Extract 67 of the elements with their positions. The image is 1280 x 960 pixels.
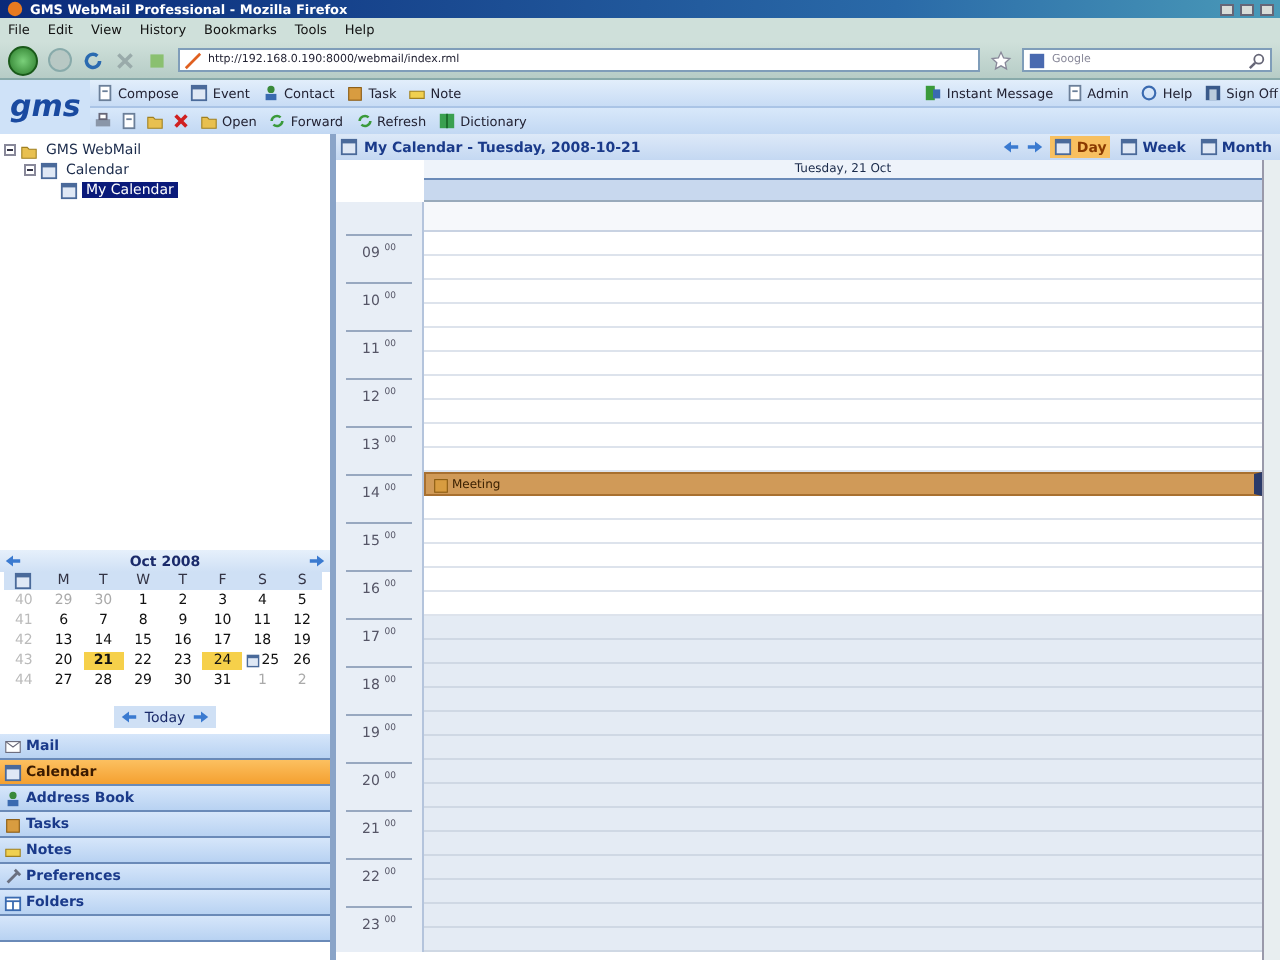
left-arrow-icon[interactable] [1002, 138, 1021, 156]
maximize-button[interactable] [1240, 3, 1254, 15]
time-slot[interactable] [424, 760, 1262, 784]
close-button[interactable] [1260, 3, 1274, 15]
time-slot[interactable] [424, 688, 1262, 712]
back-button[interactable] [8, 45, 38, 75]
time-slot[interactable] [424, 640, 1262, 664]
time-slot[interactable] [424, 856, 1262, 880]
box-icon [432, 475, 450, 493]
calendar-icon [14, 572, 33, 590]
folder-icon[interactable] [146, 112, 164, 130]
time-slot[interactable] [424, 736, 1262, 760]
folder-icon [20, 141, 38, 159]
logo: gms [8, 86, 83, 128]
refresh-icon [268, 112, 287, 130]
person-icon [261, 84, 280, 102]
book-icon [438, 112, 457, 130]
left-arrow-icon [120, 708, 139, 726]
calendar-icon [4, 763, 22, 781]
calendar-icon [190, 84, 209, 102]
help-icon [1140, 84, 1159, 102]
door-icon [1204, 84, 1223, 102]
page-icon [96, 84, 114, 102]
box-icon [346, 84, 365, 102]
right-arrow-icon [191, 708, 210, 726]
calendar-icon [1120, 138, 1139, 156]
time-slot[interactable] [424, 616, 1262, 640]
time-slot[interactable] [424, 928, 1262, 952]
calendar-icon [60, 181, 78, 199]
time-slot[interactable] [424, 880, 1262, 904]
right-arrow-icon[interactable] [308, 552, 326, 570]
scrollbar[interactable] [1262, 160, 1280, 960]
printer-icon[interactable] [94, 112, 112, 130]
collapse-icon[interactable] [24, 164, 36, 176]
star-icon[interactable] [990, 49, 1012, 71]
time-slot[interactable] [424, 904, 1262, 928]
forward-button[interactable] [48, 48, 72, 72]
calendar-icon [1054, 138, 1073, 156]
time-slot[interactable] [424, 832, 1262, 856]
envelope-icon [4, 737, 22, 755]
search-icon[interactable] [1248, 51, 1266, 69]
time-slot[interactable] [424, 202, 1262, 232]
calendar-icon [245, 654, 260, 668]
delete-icon[interactable] [172, 112, 190, 130]
calendar-icon [40, 161, 58, 179]
page-icon[interactable] [120, 112, 138, 130]
time-slot[interactable] [424, 808, 1262, 832]
site-icon [184, 51, 202, 69]
calendar-icon [340, 138, 358, 156]
right-arrow-icon[interactable] [1026, 138, 1045, 156]
refresh-icon [355, 112, 374, 130]
folder-icon [200, 112, 218, 130]
calendar-icon [1199, 138, 1218, 156]
left-arrow-icon[interactable] [4, 552, 22, 570]
stop-icon[interactable] [114, 49, 136, 71]
minimize-button[interactable] [1220, 3, 1234, 15]
person-icon [4, 789, 22, 807]
reload-icon[interactable] [82, 49, 104, 71]
time-slot[interactable] [424, 712, 1262, 736]
box-icon [4, 815, 22, 833]
page-icon [1065, 84, 1084, 102]
collapse-icon[interactable] [4, 144, 16, 156]
time-slot[interactable] [424, 664, 1262, 688]
tools-icon [4, 867, 22, 885]
app-icon [6, 0, 24, 18]
time-slot[interactable] [424, 784, 1262, 808]
table-icon [4, 893, 22, 911]
